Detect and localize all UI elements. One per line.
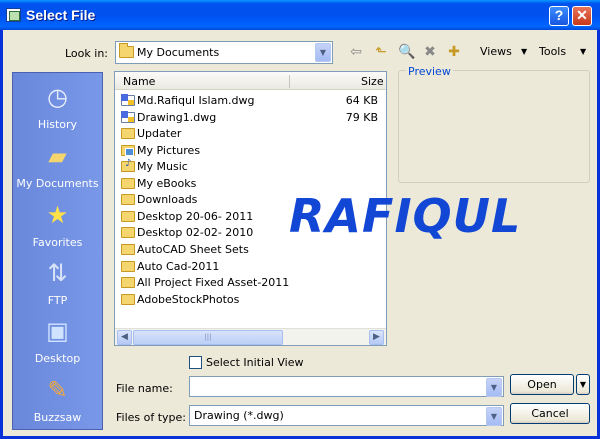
file-name: AutoCAD Sheet Sets	[137, 243, 249, 256]
files-of-type-value: Drawing (*.dwg)	[194, 409, 284, 422]
file-name: Updater	[137, 127, 182, 140]
folder-icon	[121, 194, 135, 205]
files-of-type-label: Files of type:	[116, 411, 187, 424]
tools-caret-icon[interactable]: ▼	[580, 47, 586, 56]
folder-icon	[121, 178, 135, 189]
views-caret-icon[interactable]: ▼	[521, 47, 527, 56]
file-name: My Pictures	[137, 144, 201, 157]
place-label: My Documents	[16, 177, 99, 190]
scroll-left-icon[interactable]: ◀	[117, 330, 132, 345]
history-icon: ◷	[47, 83, 68, 111]
search-web-icon[interactable]: 🔍	[398, 43, 416, 61]
file-size: 64 KB	[345, 94, 378, 107]
folder-icon	[121, 244, 135, 255]
list-item[interactable]: Auto Cad-2011	[119, 258, 385, 275]
file-name: Desktop 20-06- 2011	[137, 210, 254, 223]
file-name-label: File name:	[116, 382, 173, 395]
back-icon[interactable]: ⇦	[347, 43, 365, 61]
open-options-dropdown-icon[interactable]: ▼	[576, 374, 590, 395]
folder-icon	[121, 294, 135, 305]
buzzsaw-icon: ✎	[47, 376, 68, 404]
file-name: All Project Fixed Asset-2011	[137, 276, 290, 289]
place-buzzsaw[interactable]: ✎ Buzzsaw	[13, 370, 102, 428]
file-size: 79 KB	[345, 111, 378, 124]
select-initial-view-label: Select Initial View	[206, 356, 304, 369]
column-divider[interactable]	[289, 75, 290, 88]
look-in-value: My Documents	[137, 46, 220, 59]
list-item[interactable]: My Music	[119, 158, 385, 175]
place-label: FTP	[47, 294, 68, 307]
folder-icon	[121, 261, 135, 272]
cancel-button[interactable]: Cancel	[510, 403, 590, 424]
folder-icon	[121, 227, 135, 238]
file-name: My Music	[137, 160, 188, 173]
select-initial-view-checkbox[interactable]	[189, 356, 202, 369]
list-item[interactable]: All Project Fixed Asset-2011	[119, 274, 385, 291]
chevron-down-icon[interactable]: ▼	[486, 378, 502, 397]
favorites-star-icon: ★	[46, 201, 69, 229]
views-menu-button[interactable]: Views	[480, 45, 512, 58]
scrollbar-thumb[interactable]: |||	[133, 330, 283, 345]
my-documents-icon: ▰	[48, 142, 67, 170]
up-folder-icon[interactable]: ⬑	[372, 43, 390, 61]
chevron-down-icon[interactable]: ▼	[486, 407, 502, 426]
place-label: Buzzsaw	[33, 411, 82, 424]
new-folder-icon[interactable]: ✚	[445, 43, 463, 61]
places-bar: ◷ History ▰ My Documents ★ Favorites ⇅ F…	[12, 72, 103, 430]
rafiqul-watermark: RAFIQUL	[289, 189, 522, 243]
select-file-dialog: Select File ? ✕ Look in: My Documents ▼ …	[0, 0, 600, 439]
window-title: Select File	[26, 7, 96, 23]
place-label: History	[37, 118, 78, 131]
place-favorites[interactable]: ★ Favorites	[13, 195, 102, 253]
file-name: Desktop 02-02- 2010	[137, 226, 254, 239]
file-name: My eBooks	[137, 177, 197, 190]
folder-icon	[121, 128, 135, 139]
column-header-name[interactable]: Name	[123, 75, 155, 88]
file-name: Drawing1.dwg	[137, 111, 217, 124]
scroll-right-icon[interactable]: ▶	[369, 330, 384, 345]
folder-icon	[119, 43, 134, 58]
tools-menu-button[interactable]: Tools	[539, 45, 566, 58]
look-in-label: Look in:	[65, 47, 108, 60]
delete-icon[interactable]: ✖	[421, 43, 439, 61]
horizontal-scrollbar[interactable]: ◀ ||| ▶	[115, 328, 386, 345]
title-bar[interactable]: Select File ? ✕	[0, 0, 600, 30]
list-item[interactable]: Updater	[119, 125, 385, 142]
place-desktop[interactable]: ▣ Desktop	[13, 311, 102, 369]
pictures-folder-icon	[121, 145, 135, 156]
file-name: Auto Cad-2011	[137, 260, 220, 273]
autocad-app-icon	[6, 8, 21, 22]
ftp-icon: ⇅	[47, 259, 68, 287]
place-my-documents[interactable]: ▰ My Documents	[13, 136, 102, 194]
desktop-icon: ▣	[46, 317, 69, 345]
chevron-down-icon[interactable]: ▼	[315, 43, 331, 62]
file-name-input[interactable]: ▼	[189, 376, 504, 397]
file-name: Md.Rafiqul Islam.dwg	[137, 94, 255, 107]
preview-label: Preview	[406, 65, 453, 78]
place-label: Desktop	[34, 352, 81, 365]
list-item[interactable]: AdobeStockPhotos	[119, 291, 385, 308]
column-header-size[interactable]: Size	[361, 75, 384, 88]
close-button[interactable]: ✕	[572, 6, 592, 26]
list-item[interactable]: Drawing1.dwg 79 KB	[119, 109, 385, 126]
help-button[interactable]: ?	[549, 6, 569, 26]
folder-icon	[121, 277, 135, 288]
files-of-type-dropdown[interactable]: Drawing (*.dwg) ▼	[189, 405, 504, 426]
file-name: AdobeStockPhotos	[137, 293, 240, 306]
list-item[interactable]: Md.Rafiqul Islam.dwg 64 KB	[119, 92, 385, 109]
folder-icon	[121, 211, 135, 222]
preview-panel	[398, 70, 590, 183]
place-history[interactable]: ◷ History	[13, 77, 102, 135]
dwg-file-icon	[121, 94, 135, 106]
dwg-file-icon	[121, 111, 135, 123]
open-button[interactable]: Open	[510, 374, 574, 395]
look-in-dropdown[interactable]: My Documents ▼	[115, 41, 333, 64]
place-label: Favorites	[32, 236, 83, 249]
place-ftp[interactable]: ⇅ FTP	[13, 253, 102, 311]
file-name: Downloads	[137, 193, 198, 206]
list-header: Name Size	[115, 72, 386, 90]
list-item[interactable]: My Pictures	[119, 142, 385, 159]
music-folder-icon	[121, 158, 135, 172]
